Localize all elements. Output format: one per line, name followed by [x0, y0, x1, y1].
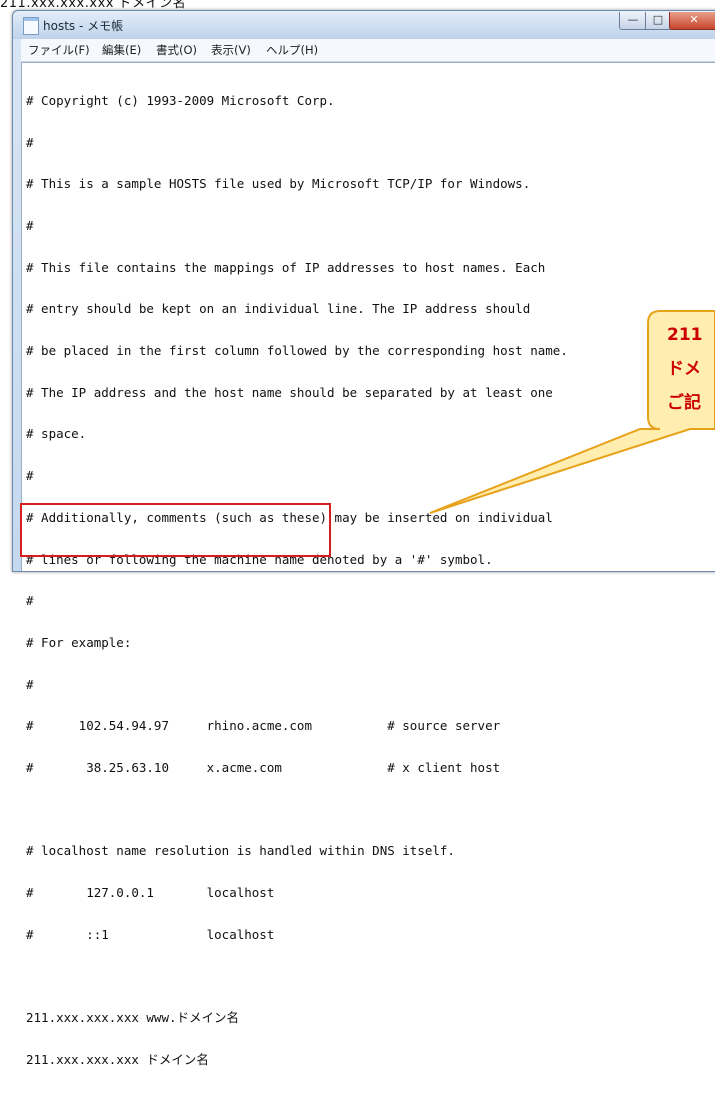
menu-edit[interactable]: 編集(E) — [102, 42, 141, 58]
window-title: hosts - メモ帳 — [43, 19, 124, 33]
text-line: 211.xxx.xxx.xxx ドメイン名 — [26, 1051, 209, 1067]
file-content: # Copyright (c) 1993-2009 Microsoft Corp… — [26, 66, 568, 1095]
menu-help[interactable]: ヘルプ(H) — [266, 42, 318, 58]
menu-file[interactable]: ファイル(F) — [28, 42, 90, 58]
text-line: # The IP address and the host name shoul… — [26, 384, 553, 400]
text-line: # Copyright (c) 1993-2009 Microsoft Corp… — [26, 92, 335, 108]
menu-format[interactable]: 書式(O) — [156, 42, 197, 58]
callout-text-line: ご記 — [667, 393, 701, 413]
caption-text: 211.xxx.xxx.xxx ドメイン名 — [0, 0, 187, 11]
notepad-window: hosts - メモ帳 — □ ✕ ファイル(F) 編集(E) 書式(O) 表示… — [12, 10, 715, 1066]
maximize-icon: □ — [652, 13, 664, 26]
text-line: # For example: — [26, 634, 132, 650]
text-line: # — [26, 676, 34, 692]
highlight-box — [20, 503, 331, 557]
text-line: # — [26, 134, 34, 150]
maximize-button[interactable]: □ — [645, 12, 671, 30]
text-line: # This file contains the mappings of IP … — [26, 259, 546, 275]
text-line — [26, 970, 568, 984]
text-line: # localhost name resolution is handled w… — [26, 843, 455, 859]
text-line — [26, 803, 568, 817]
menu-view[interactable]: 表示(V) — [211, 42, 251, 58]
minimize-icon: — — [627, 13, 639, 26]
close-icon: ✕ — [689, 13, 699, 26]
text-line: # This is a sample HOSTS file used by Mi… — [26, 176, 531, 192]
minimize-button[interactable]: — — [619, 12, 647, 30]
text-line: # — [26, 593, 34, 609]
callout-text-line: ドメ — [667, 359, 701, 379]
text-line: # — [26, 468, 34, 484]
text-line: # entry should be kept on an individual … — [26, 301, 531, 317]
text-line: # ::1 localhost — [26, 926, 275, 942]
text-editor[interactable]: # Copyright (c) 1993-2009 Microsoft Corp… — [20, 62, 715, 1066]
menu-bar: ファイル(F) 編集(E) 書式(O) 表示(V) ヘルプ(H) — [21, 39, 715, 62]
text-line: # 127.0.0.1 localhost — [26, 885, 275, 901]
text-line: 211.xxx.xxx.xxx www.ドメイン名 — [26, 1010, 240, 1026]
text-line: # 38.25.63.10 x.acme.com # x client host — [26, 760, 501, 776]
text-line: # space. — [26, 426, 87, 442]
title-bar[interactable]: hosts - メモ帳 — □ ✕ — [13, 11, 715, 39]
text-line: # — [26, 217, 34, 233]
close-button[interactable]: ✕ — [669, 12, 715, 30]
text-line: # be placed in the first column followed… — [26, 343, 568, 359]
notepad-icon — [23, 17, 39, 35]
callout-text-line: 211 — [667, 325, 703, 345]
text-line: # 102.54.94.97 rhino.acme.com # source s… — [26, 718, 501, 734]
